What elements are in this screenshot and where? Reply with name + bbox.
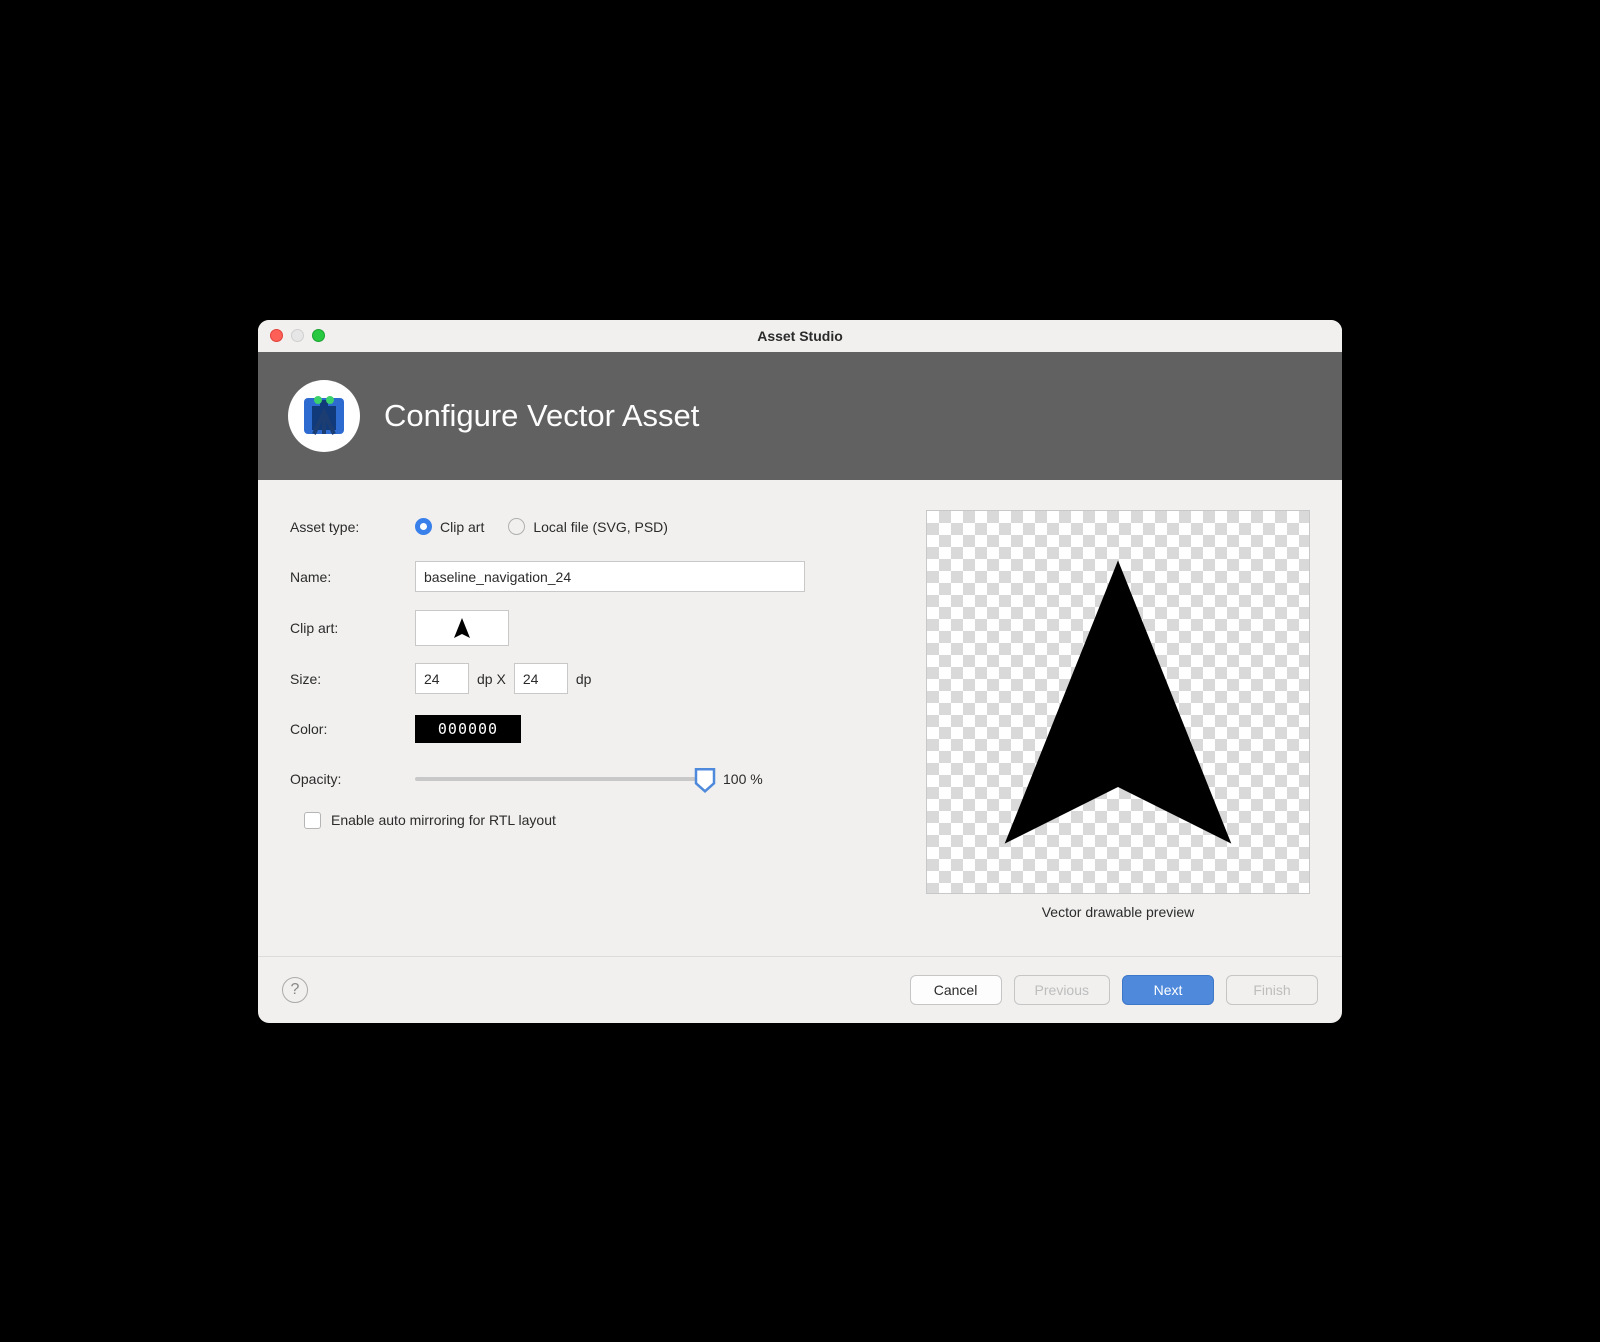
slider-track: [415, 777, 705, 781]
dialog-window: Asset Studio Configure Vector Asset Asse…: [258, 320, 1342, 1023]
finish-button[interactable]: Finish: [1226, 975, 1318, 1005]
opacity-label: Opacity:: [290, 771, 415, 787]
clipart-picker-button[interactable]: [415, 610, 509, 646]
slider-thumb[interactable]: [694, 767, 716, 793]
page-title: Configure Vector Asset: [384, 398, 699, 434]
height-input[interactable]: [514, 663, 568, 694]
rtl-label: Enable auto mirroring for RTL layout: [331, 812, 556, 828]
previous-button[interactable]: Previous: [1014, 975, 1110, 1005]
color-label: Color:: [290, 721, 415, 737]
color-value: 000000: [438, 720, 498, 738]
name-label: Name:: [290, 569, 415, 585]
clipart-label: Clip art:: [290, 620, 415, 636]
clipart-row: Clip art:: [290, 610, 886, 646]
form: Asset type: Clip art Local file (SVG, PS…: [290, 510, 886, 920]
opacity-value: 100 %: [723, 771, 763, 787]
titlebar: Asset Studio: [258, 320, 1342, 352]
rtl-row[interactable]: Enable auto mirroring for RTL layout: [304, 812, 886, 829]
radio-label: Local file (SVG, PSD): [533, 519, 668, 535]
banner: Configure Vector Asset: [258, 352, 1342, 480]
opacity-slider[interactable]: [415, 769, 705, 789]
radio-local-file[interactable]: Local file (SVG, PSD): [508, 518, 668, 535]
footer: ? Cancel Previous Next Finish: [258, 956, 1342, 1023]
preview-canvas: [926, 510, 1310, 894]
rtl-checkbox[interactable]: [304, 812, 321, 829]
size-unit: dp: [576, 671, 592, 687]
navigation-icon: [948, 532, 1288, 872]
name-input[interactable]: [415, 561, 805, 592]
help-button[interactable]: ?: [282, 977, 308, 1003]
size-row: Size: dp X dp: [290, 662, 886, 696]
cancel-button[interactable]: Cancel: [910, 975, 1002, 1005]
radio-icon: [415, 518, 432, 535]
next-button[interactable]: Next: [1122, 975, 1214, 1005]
preview-label: Vector drawable preview: [1042, 904, 1195, 920]
size-unit-x: dp X: [477, 671, 506, 687]
opacity-row: Opacity: 100 %: [290, 762, 886, 796]
color-picker-button[interactable]: 000000: [415, 715, 521, 743]
asset-type-row: Asset type: Clip art Local file (SVG, PS…: [290, 510, 886, 544]
window-title: Asset Studio: [258, 328, 1342, 344]
footer-buttons: Cancel Previous Next Finish: [910, 975, 1318, 1005]
navigation-icon: [450, 616, 474, 640]
radio-icon: [508, 518, 525, 535]
preview-column: Vector drawable preview: [926, 510, 1310, 920]
color-row: Color: 000000: [290, 712, 886, 746]
size-label: Size:: [290, 671, 415, 687]
width-input[interactable]: [415, 663, 469, 694]
help-icon: ?: [291, 981, 300, 999]
name-row: Name:: [290, 560, 886, 594]
wizard-icon: [288, 380, 360, 452]
asset-type-label: Asset type:: [290, 519, 415, 535]
radio-label: Clip art: [440, 519, 484, 535]
body: Asset type: Clip art Local file (SVG, PS…: [258, 480, 1342, 956]
radio-clip-art[interactable]: Clip art: [415, 518, 484, 535]
asset-type-radios: Clip art Local file (SVG, PSD): [415, 518, 668, 535]
